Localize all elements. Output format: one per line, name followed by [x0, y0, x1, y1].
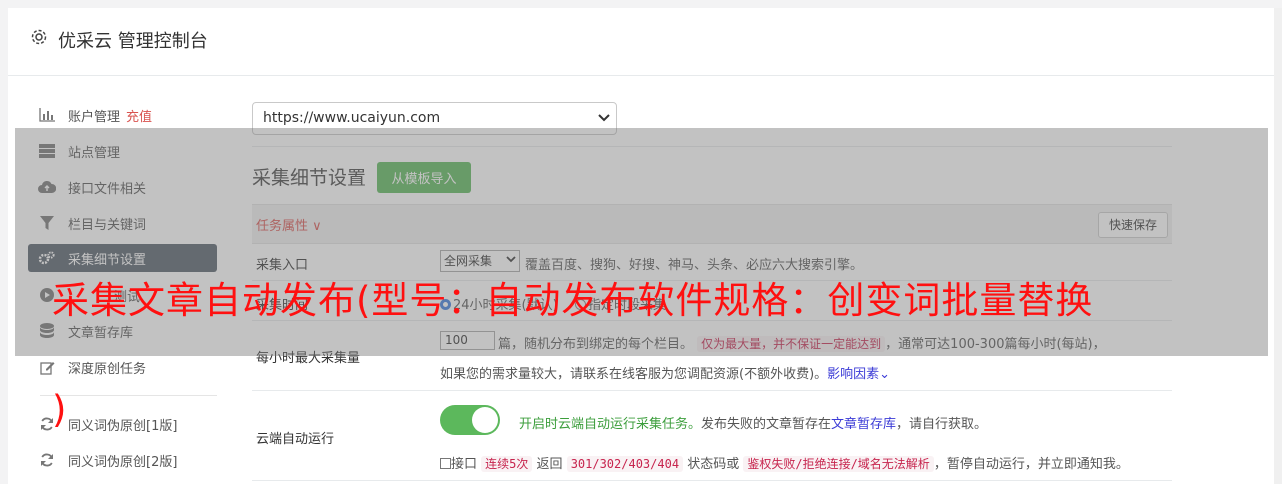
notify-code-3: 鉴权失败/拒绝连接/域名无法解析 [743, 456, 934, 472]
notify-label: 接口 [451, 457, 478, 472]
article-store-link[interactable]: 文章暂存库 [831, 417, 896, 432]
bar-chart-icon [38, 107, 56, 123]
scrollbar[interactable] [1274, 8, 1282, 484]
notify-code-1: 连续5次 [481, 456, 533, 472]
sidebar-divider [40, 395, 217, 396]
auto-run-toggle[interactable] [440, 405, 500, 435]
notify-option: 接口 连续5次 返回 301/302/403/404 状态码或 鉴权失败/拒绝连… [440, 453, 1129, 472]
auto-run-text1: 发布失败的文章暂存在 [701, 417, 832, 432]
sidebar-item-label: 账户管理 [68, 109, 121, 125]
auto-run-label: 云端自动运行 [256, 432, 335, 447]
sidebar-item-synonym-v2[interactable]: 同义词伪原创[2版] [28, 446, 217, 474]
refresh-icon [38, 452, 56, 468]
sidebar-item-label: 同义词伪原创[2版] [68, 454, 178, 470]
auto-run-description: 开启时云端自动运行采集任务。发布失败的文章暂存在文章暂存库，请自行获取。 [519, 413, 987, 432]
auto-run-on-text: 开启时云端自动运行采集任务。 [519, 417, 702, 432]
overlay-banner-text: 采集文章自动发布(型号：自动发布软件规格：创变词批量替换 [52, 279, 1094, 322]
page-title: 优采云 管理控制台 [58, 31, 208, 52]
notify-checkbox[interactable] [440, 458, 451, 469]
toggle-knob [472, 407, 498, 433]
recharge-link[interactable]: 充值 [126, 106, 152, 125]
row-divider [252, 390, 1172, 391]
chevron-down-icon: ⌄ [879, 367, 891, 382]
sidebar-item-label: 深度原创任务 [68, 361, 147, 377]
chevron-down-icon [598, 114, 610, 122]
gear-icon [31, 29, 47, 45]
overlay-banner-tail: ) [52, 388, 67, 431]
notify-text-1: 返回 [536, 457, 563, 472]
max-description-line2: 如果您的需求量较大，请联系在线客服为您调配资源(不额外收费)。影响因素⌄ [440, 363, 890, 382]
notify-code-2: 301/302/403/404 [566, 456, 684, 472]
sidebar-item-label: 同义词伪原创[1版] [68, 418, 178, 434]
row-divider [252, 480, 1172, 481]
top-header: 优采云 管理控制台 [8, 8, 1274, 76]
auto-run-text2: ，请自行获取。 [896, 417, 988, 432]
edit-icon [38, 359, 56, 375]
sidebar-item-account[interactable]: 账户管理 充值 [28, 101, 217, 129]
site-select-value: https://www.ucaiyun.com [263, 110, 441, 126]
max-text3: 如果您的需求量较大，请联系在线客服为您调配资源(不额外收费)。 [440, 367, 828, 382]
factor-link[interactable]: 影响因素 [827, 367, 879, 382]
sidebar-item-deep-original[interactable]: 深度原创任务 [28, 353, 217, 381]
notify-text-3: ，暂停自动运行，并立即通知我。 [933, 457, 1129, 472]
notify-text-2: 状态码或 [687, 457, 740, 472]
